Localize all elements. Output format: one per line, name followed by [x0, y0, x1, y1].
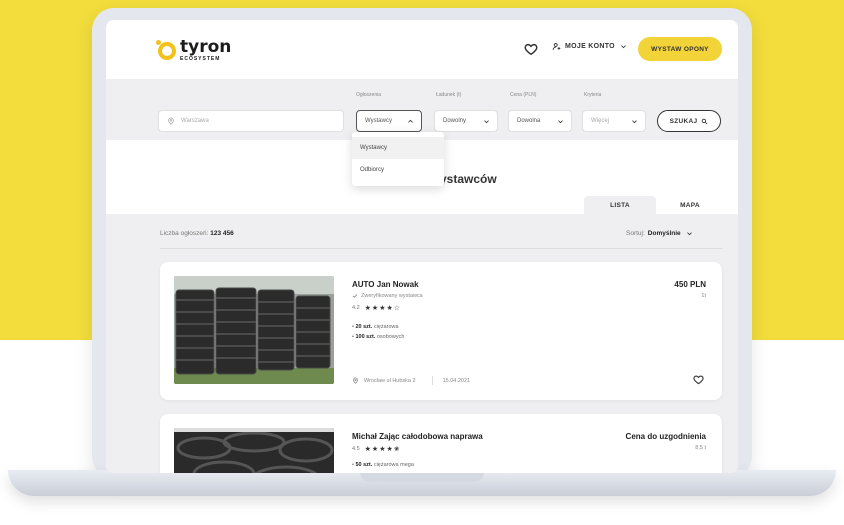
listing-card[interactable]: AUTO Jan Nowak Zweryfikowany wystawca 4.… [160, 262, 722, 400]
chevron-down-icon [632, 119, 637, 123]
logo[interactable]: tyron ECOSYSTEM [156, 37, 232, 62]
sort-label: Sortuj: [626, 230, 645, 237]
listing-price: Cena do uzgodnienia [625, 432, 706, 441]
results-count-label: Liczba ogłoszeń: [160, 230, 209, 237]
filter-label-listings: Ogłoszenia [356, 92, 382, 98]
location-pin-icon [353, 377, 358, 384]
price-select[interactable]: Dowolna [508, 110, 572, 132]
listings-select-value: Wystawcy [365, 118, 392, 124]
listing-unit: 1t [701, 293, 706, 299]
account-label: MOJE KONTO [565, 43, 615, 50]
dropdown-option-exhibitors[interactable]: Wystawcy [352, 137, 444, 159]
post-tires-button[interactable]: WYSTAW OPONY [638, 37, 722, 61]
logo-text: tyron [180, 37, 232, 57]
search-icon [702, 118, 708, 124]
listing-title[interactable]: AUTO Jan Nowak [352, 280, 419, 289]
results-count: Liczba ogłoszeń: 123 456 [160, 230, 234, 237]
favorite-heart-icon[interactable] [693, 374, 704, 385]
listing-bullet: • 20 szt. ciężarowa [352, 324, 399, 330]
criteria-select[interactable]: Więcej [582, 110, 646, 132]
listings-dropdown: Wystawcy Odbiorcy [352, 132, 444, 186]
load-select[interactable]: Dowolny [434, 110, 498, 132]
verified-badge: Zweryfikowany wystawca [352, 293, 423, 299]
rating-stars: ★★★★☆ [364, 305, 402, 312]
listing-location: Wrocław ul Hubska 2 [364, 377, 416, 384]
bullet-type: ciężarowa mega [373, 462, 414, 468]
listing-date: 15.04.2021 [442, 377, 471, 384]
listing-rating: 4.5 ★★★★✬ [352, 445, 401, 453]
filter-label-criteria: Kryteria [584, 92, 602, 98]
rating-stars: ★★★★✬ [364, 446, 401, 453]
listing-title[interactable]: Michał Zając całodobowa naprawa [352, 432, 483, 441]
listing-bullet: • 50 szt. ciężarowa mega [352, 462, 414, 468]
search-button[interactable]: SZUKAJ [657, 110, 721, 132]
verified-label: Zweryfikowany wystawca [361, 293, 423, 299]
listing-bullet: • 100 szt. osobowych [352, 334, 405, 340]
bullet-type: ciężarowa [373, 324, 399, 330]
listing-unit: 8,5 t [695, 445, 706, 451]
site-header: tyron ECOSYSTEM MOJE KONTO WYSTAW OPONY [106, 20, 738, 80]
rating-value: 4.5 [352, 446, 360, 452]
bullet-type: osobowych [376, 334, 405, 340]
location-placeholder: Warszawa [181, 118, 209, 124]
chevron-down-icon [621, 45, 626, 49]
user-icon [552, 43, 561, 50]
divider [160, 248, 722, 249]
results-area: Liczba ogłoszeń: 123 456 Sortuj: Domyśln… [106, 214, 738, 473]
search-button-label: SZUKAJ [669, 117, 698, 125]
account-menu[interactable]: MOJE KONTO [552, 42, 631, 51]
bullet-qty: 100 szt. [355, 334, 376, 340]
chevron-up-icon [408, 119, 413, 123]
dropdown-option-receivers[interactable]: Odbiorcy [352, 159, 444, 181]
heart-icon[interactable] [524, 42, 538, 56]
sort-value: Domyślnie [647, 230, 681, 237]
filter-label-price: Cena (PLN) [510, 92, 537, 98]
listing-card[interactable]: Michał Zając całodobowa naprawa 4.5 ★★★★… [160, 414, 722, 473]
listing-photo [174, 276, 334, 384]
location-pin-icon [168, 117, 174, 125]
results-count-value: 123 456 [210, 230, 234, 237]
criteria-select-value: Więcej [591, 118, 610, 124]
search-bar: Warszawa Ogłoszenia Wystawcy Ładunek (t)… [106, 80, 738, 140]
load-select-value: Dowolny [443, 118, 467, 124]
laptop-screen: tyron ECOSYSTEM MOJE KONTO WYSTAW OPONY … [106, 20, 738, 473]
location-input[interactable]: Warszawa [158, 110, 344, 132]
check-icon [352, 294, 358, 298]
chevron-down-icon [558, 119, 563, 123]
bullet-qty: 20 szt. [355, 324, 373, 330]
listing-rating: 4.2 ★★★★☆ [352, 304, 401, 312]
listings-select[interactable]: Wystawcy [356, 110, 422, 132]
listing-price: 450 PLN [674, 280, 706, 289]
tab-list[interactable]: LISTA [584, 196, 656, 214]
meta-separator [431, 376, 433, 385]
logo-icon [156, 40, 176, 60]
tab-map[interactable]: MAPA [654, 196, 726, 214]
price-select-value: Dowolna [517, 118, 541, 124]
chevron-down-icon [484, 119, 489, 123]
page-title: ystawców [440, 172, 497, 186]
rating-value: 4.2 [352, 305, 360, 311]
chevron-down-icon [686, 232, 692, 236]
listing-photo [174, 428, 334, 473]
bullet-qty: 50 szt. [355, 462, 373, 468]
listing-meta: Wrocław ul Hubska 2 15.04.2021 [352, 376, 470, 385]
filter-label-load: Ładunek (t) [436, 92, 462, 98]
sort-select[interactable]: Sortuj: Domyślnie [626, 230, 693, 237]
